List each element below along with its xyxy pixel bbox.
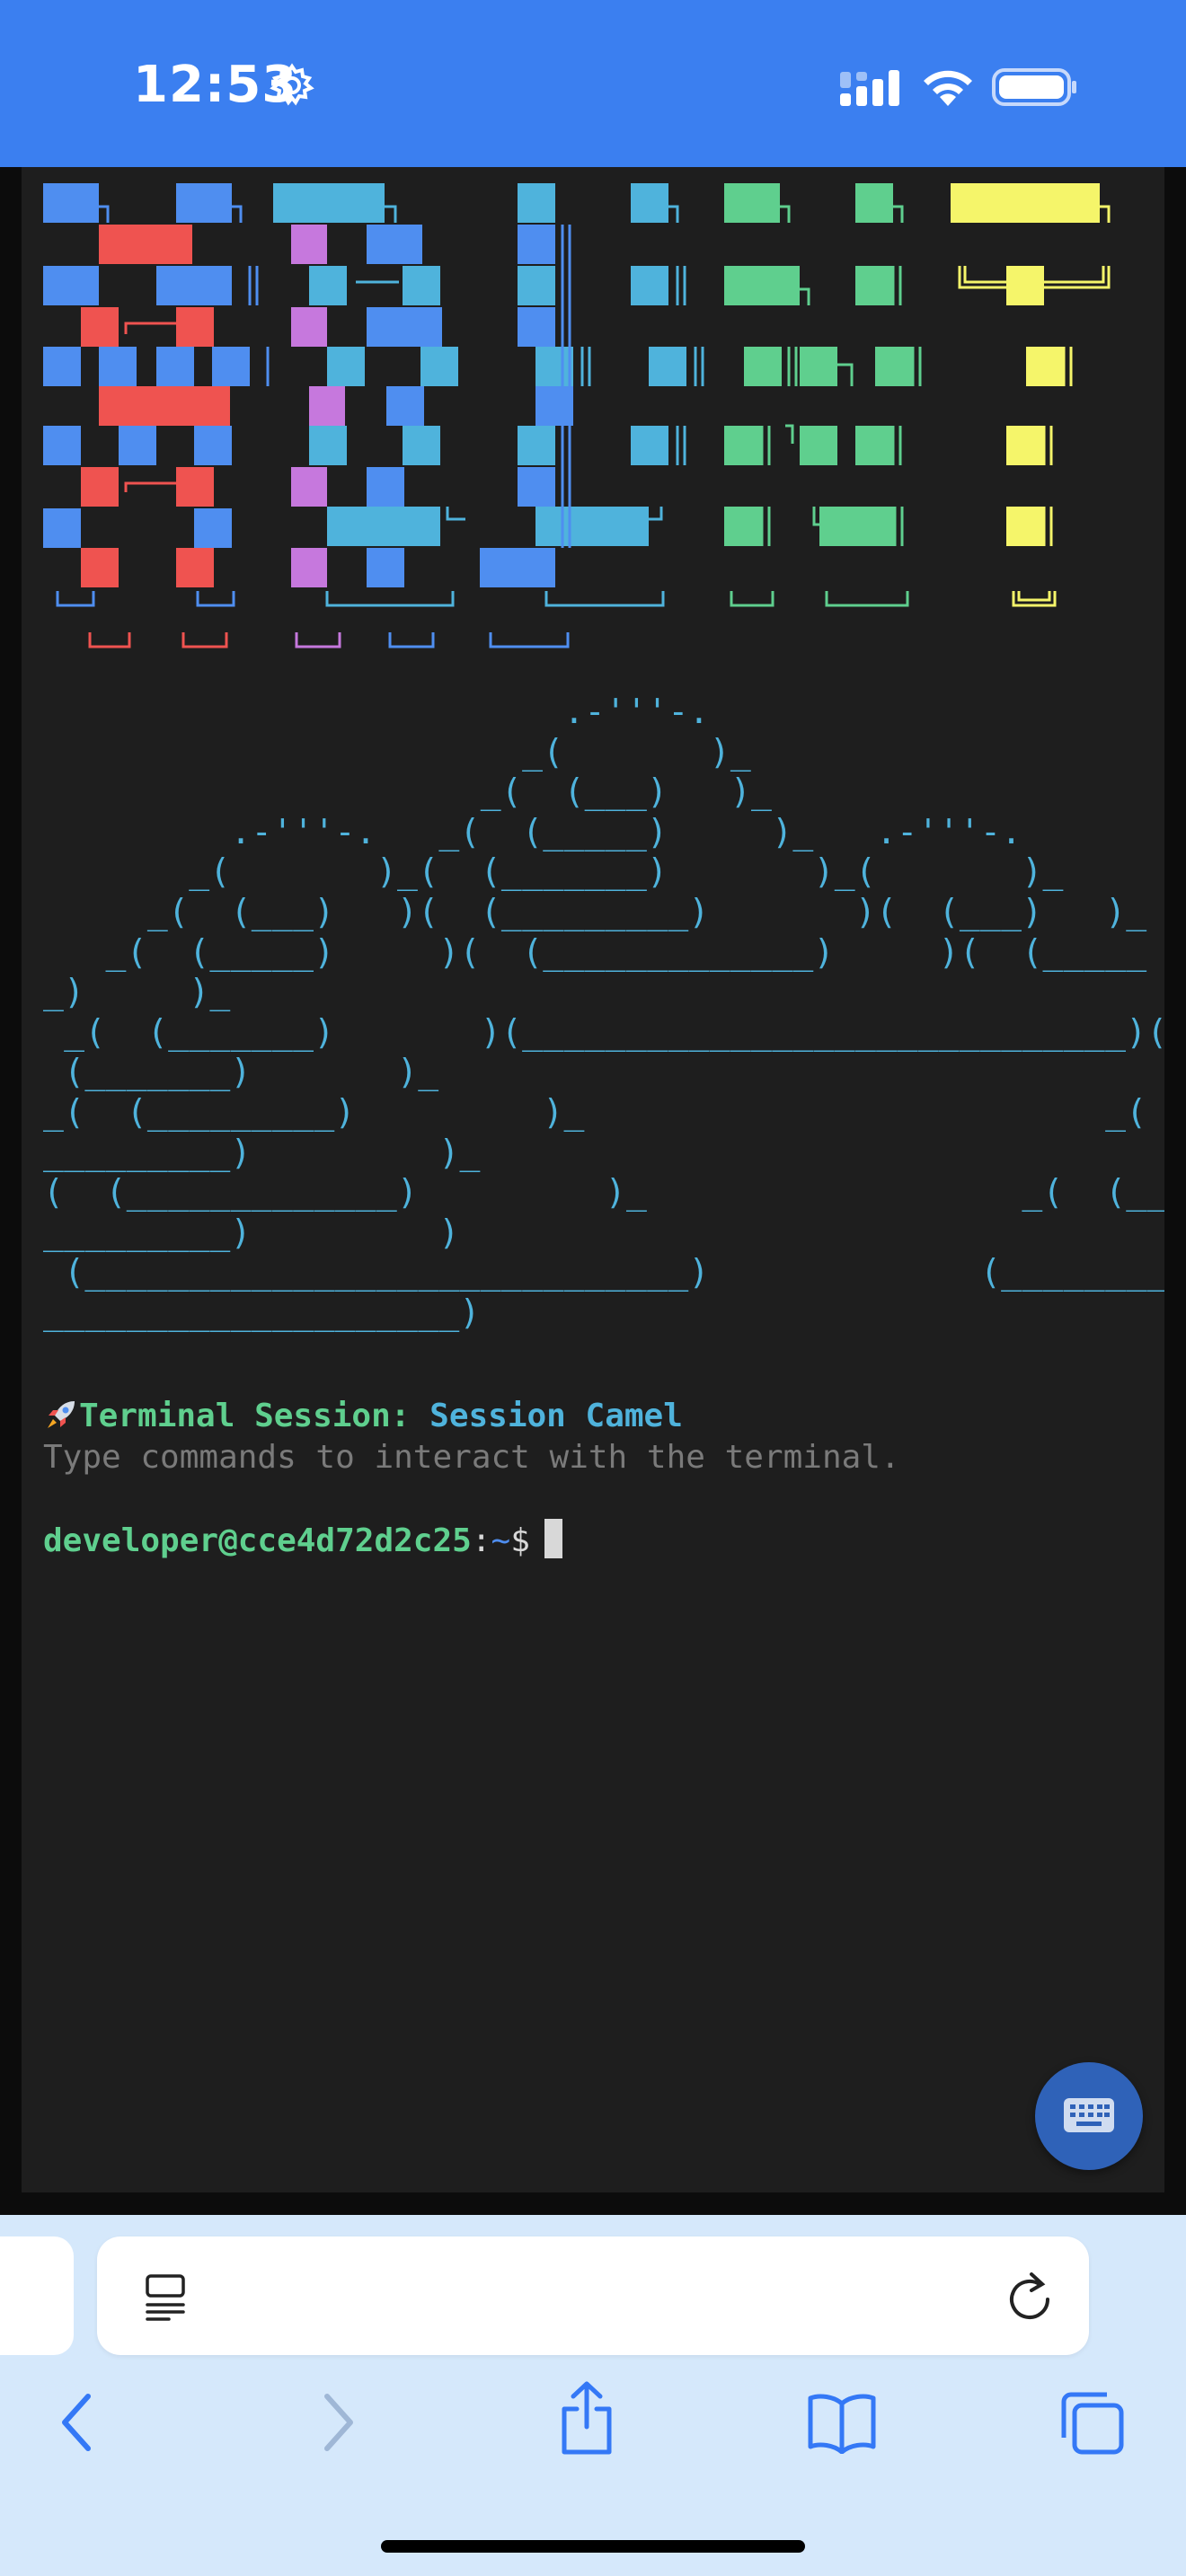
banner-letter-o (724, 183, 922, 607)
previous-tab-preview[interactable] (0, 2236, 74, 2355)
session-banner (43, 183, 1111, 648)
ascii-line: .-'''-. (43, 692, 710, 731)
session-title-prefix: Terminal Session: (79, 1398, 430, 1434)
address-bar[interactable] (97, 2236, 1089, 2355)
page-menu-icon[interactable] (144, 2272, 187, 2321)
tabs-icon[interactable] (1060, 2391, 1125, 2456)
battery-icon (992, 68, 1076, 106)
banner-letter-n (951, 183, 1111, 607)
terminal-window[interactable]: .-'''-. _( )_ _( (___) )_ .-'''-. _( (__… (22, 167, 1164, 2192)
text-cursor (544, 1519, 562, 1558)
ascii-line: _( (_______) )(_________________________… (43, 1011, 1164, 1052)
prompt-line[interactable]: developer@cce4d72d2c25:~$ (43, 1519, 562, 1559)
banner-letter-s (43, 183, 270, 648)
terminal-hint: Type commands to interact with the termi… (43, 1439, 900, 1476)
wifi-icon (924, 70, 972, 106)
prompt-symbol: $ (510, 1522, 530, 1559)
cellular-signal-icon (840, 70, 899, 106)
forward-icon[interactable] (316, 2391, 359, 2454)
reload-icon[interactable] (1005, 2269, 1055, 2323)
rocket-icon (48, 1401, 75, 1428)
ascii-line: _________) ) (43, 1212, 460, 1252)
ascii-line: _( (_________) )_ _( (_ (43, 1091, 1164, 1132)
back-icon[interactable] (56, 2391, 99, 2454)
ascii-line: ( (_____________) )_ _( (_____ (43, 1172, 1164, 1213)
home-indicator (381, 2540, 805, 2553)
gear-icon (270, 63, 314, 106)
keyboard-icon (1064, 2098, 1114, 2132)
ascii-line: _________) )_ (43, 1132, 481, 1172)
prompt-user-host: developer@cce4d72d2c25 (43, 1522, 472, 1559)
ascii-line: _( )_( (_______) )_( )_ (43, 851, 1064, 892)
ascii-line: _( (___) )_ (43, 772, 773, 812)
ascii-line: _( (_____) )( (_____________) )( (_____ (43, 931, 1147, 972)
ascii-cloud-art: .-'''-. _( )_ _( (___) )_ .-'''-. _( (__… (43, 692, 1164, 1333)
prompt-separator: : (471, 1522, 491, 1559)
ascii-line: (_____________________________) (_______… (43, 1252, 1164, 1292)
ascii-line: _( )_ (43, 731, 752, 772)
ascii-line: _( (___) )( (_________) )( (___) )_ (43, 891, 1147, 931)
share-icon[interactable] (557, 2380, 616, 2457)
banner-letter-i (631, 183, 704, 465)
prompt-path: ~ (491, 1522, 511, 1559)
ascii-line: _) )_ (43, 972, 231, 1012)
keyboard-toggle-button[interactable] (1035, 2062, 1143, 2170)
ascii-line: ____________________) (43, 1292, 481, 1332)
banner-letter-e (273, 183, 465, 648)
session-name: Session Camel (429, 1398, 683, 1434)
banner-letter-s2 (480, 183, 665, 648)
bookmarks-icon[interactable] (807, 2391, 877, 2454)
ascii-line: .-'''-. _( (_____) )_ .-'''-. (43, 811, 1022, 851)
ascii-line: (_______) )_ (43, 1052, 439, 1092)
session-title: Terminal Session: Session Camel (43, 1398, 683, 1434)
